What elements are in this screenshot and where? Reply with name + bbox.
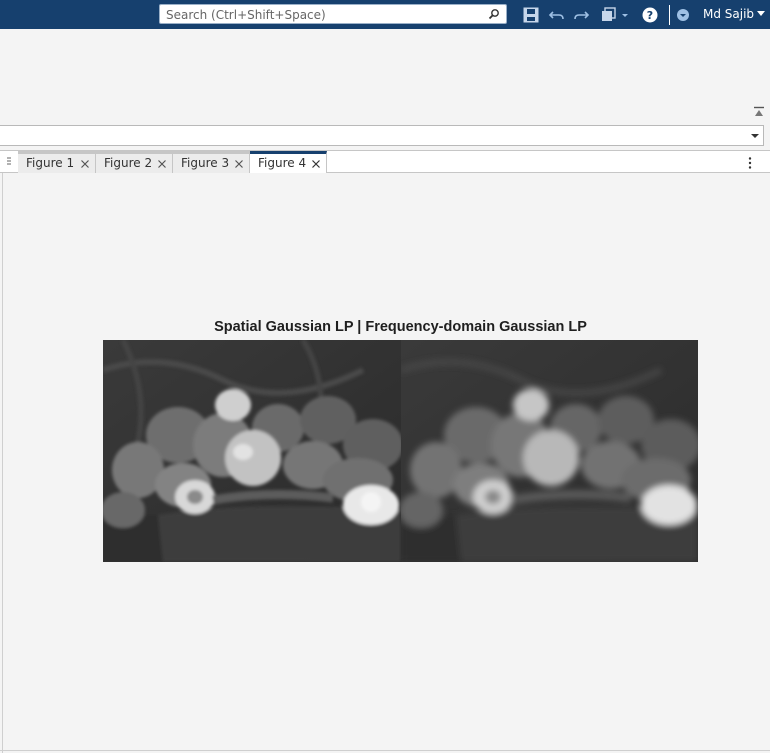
top-bar: Search (Ctrl+Shift+Space) ? Md Sajib xyxy=(0,0,770,29)
search-input[interactable]: Search (Ctrl+Shift+Space) xyxy=(159,4,507,24)
tab-figure-3[interactable]: Figure 3 xyxy=(173,151,250,173)
tab-figure-4[interactable]: Figure 4 xyxy=(250,151,327,174)
user-menu-dropdown-icon[interactable] xyxy=(756,10,766,18)
tab-label: Figure 2 xyxy=(104,156,153,170)
close-icon[interactable] xyxy=(80,159,90,169)
more-options-icon[interactable] xyxy=(745,156,755,170)
tab-figure-2[interactable]: Figure 2 xyxy=(96,151,173,173)
tab-label: Figure 1 xyxy=(26,156,75,170)
toolbar-separator xyxy=(669,5,670,25)
user-name[interactable]: Md Sajib xyxy=(703,7,754,21)
svg-text:?: ? xyxy=(647,9,653,22)
help-icon[interactable]: ? xyxy=(641,6,659,24)
panel-divider xyxy=(2,173,3,753)
toolstrip-area xyxy=(0,29,770,124)
tab-figure-1[interactable]: Figure 1 xyxy=(18,151,96,173)
search-placeholder: Search (Ctrl+Shift+Space) xyxy=(166,8,326,22)
collapse-toolstrip-icon[interactable] xyxy=(753,106,765,118)
undo-icon[interactable] xyxy=(548,6,566,24)
tab-label: Figure 3 xyxy=(181,156,230,170)
frequency-gaussian-lp-image xyxy=(401,340,698,562)
close-icon[interactable] xyxy=(234,159,244,169)
save-icon[interactable] xyxy=(522,6,540,24)
notification-icon[interactable] xyxy=(674,6,692,24)
tab-label: Figure 4 xyxy=(258,156,307,170)
figure-tab-strip: Figure 1 Figure 2 Figure 3 Figure 4 xyxy=(0,150,770,174)
close-icon[interactable] xyxy=(157,159,167,169)
grip-icon[interactable] xyxy=(6,156,12,168)
search-icon xyxy=(488,9,499,20)
close-icon[interactable] xyxy=(311,159,321,169)
status-bar-border xyxy=(0,750,770,751)
window-layout-icon[interactable] xyxy=(600,6,630,24)
figure-title: Spatial Gaussian LP | Frequency-domain G… xyxy=(214,319,587,335)
current-folder-bar[interactable] xyxy=(0,125,764,146)
redo-icon[interactable] xyxy=(572,6,590,24)
dropdown-icon[interactable] xyxy=(750,132,760,140)
spatial-gaussian-lp-image xyxy=(103,340,401,562)
